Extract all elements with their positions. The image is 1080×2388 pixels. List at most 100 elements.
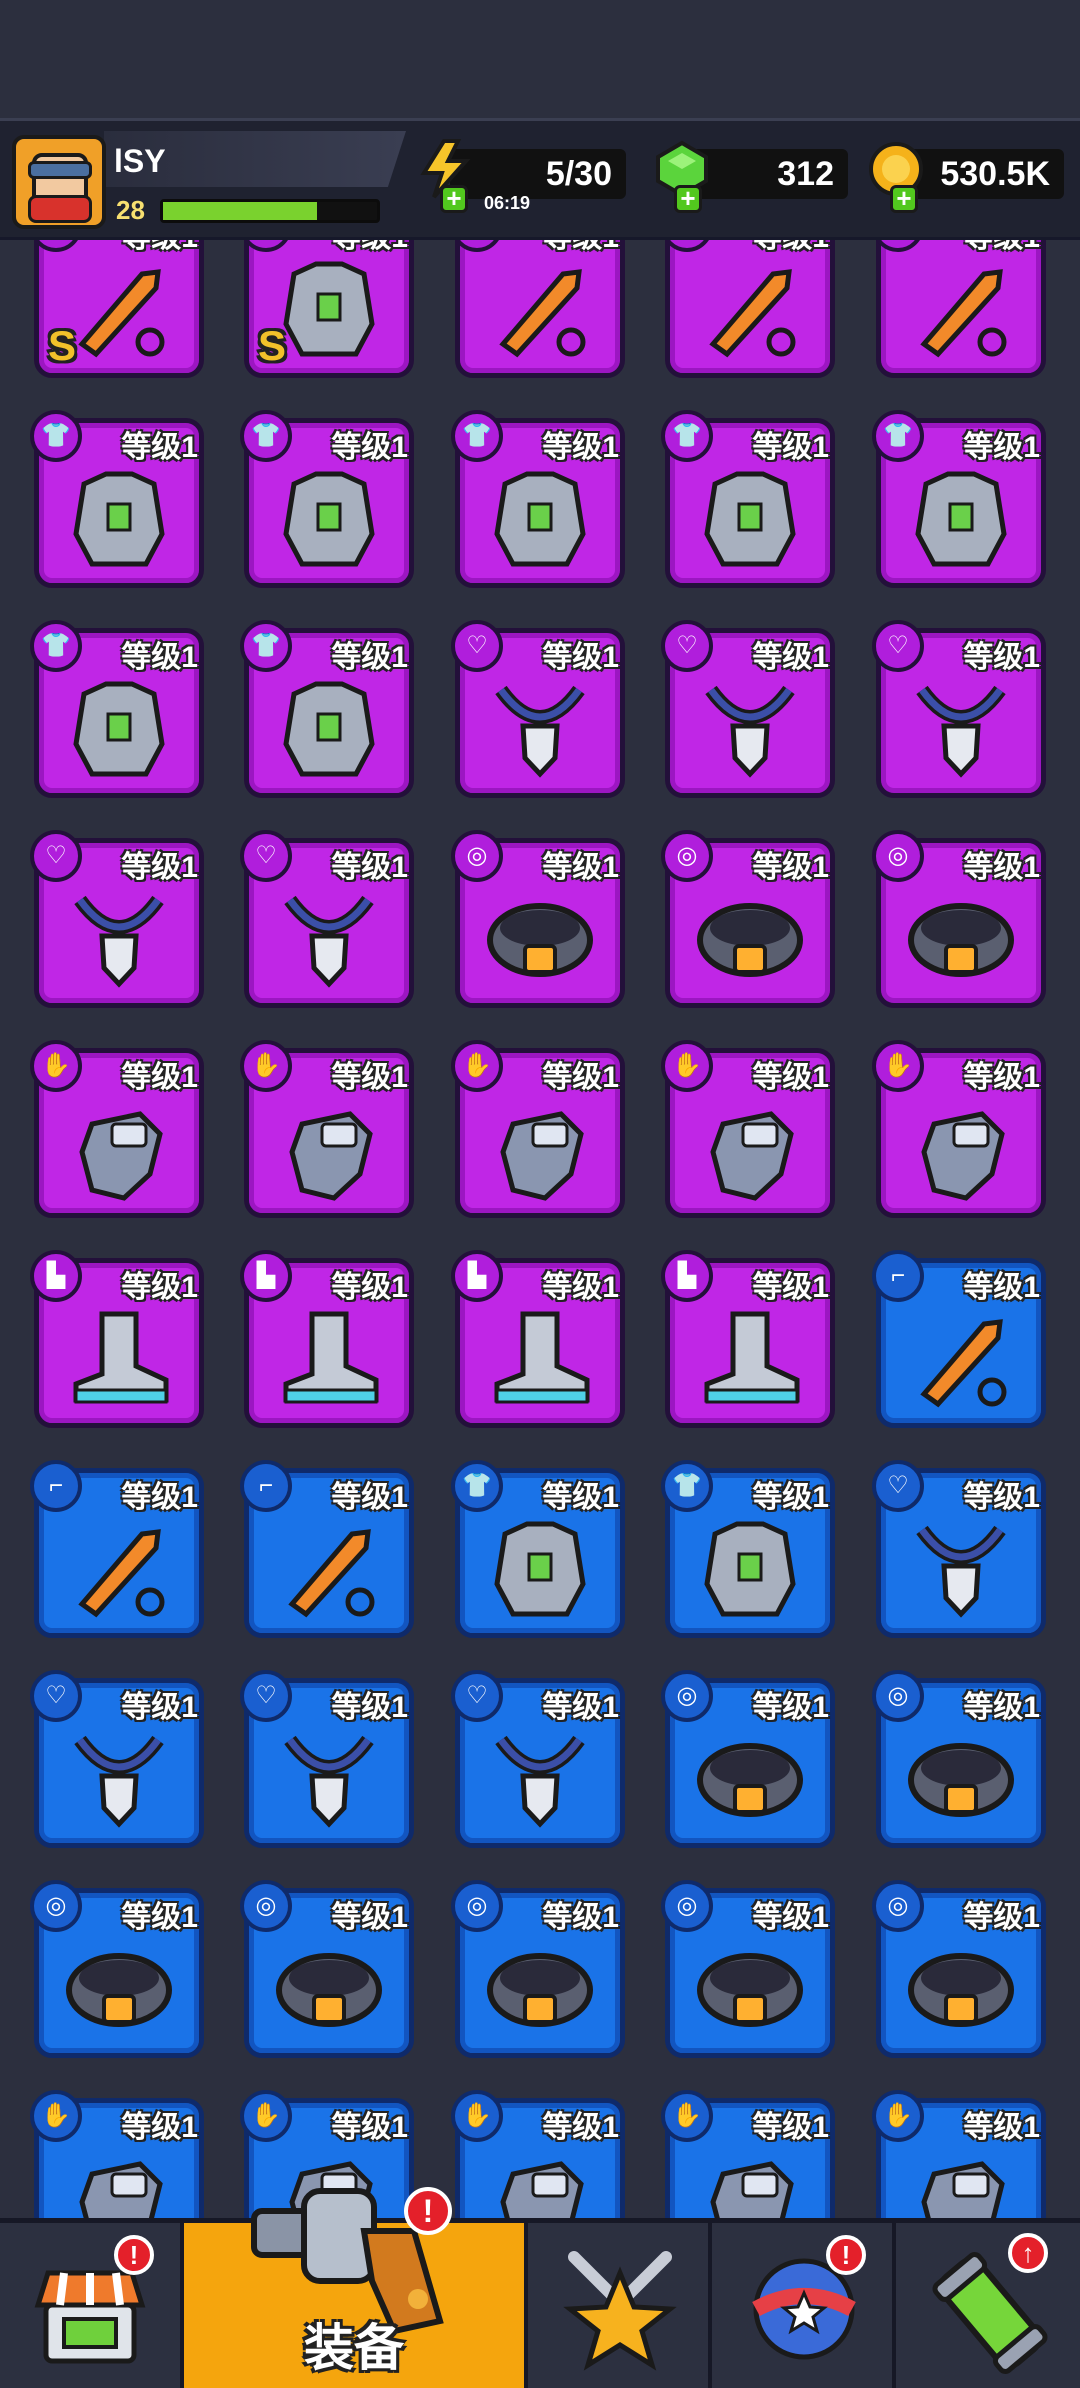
equipment-card[interactable]: ◎ 等级1 bbox=[661, 1880, 835, 2058]
equipment-card[interactable]: ▙ 等级1 bbox=[30, 1250, 204, 1428]
equipment-card[interactable]: ♡ 等级1 bbox=[872, 1460, 1046, 1638]
item-level: 等级1 bbox=[331, 1271, 408, 1304]
item-level: 等级1 bbox=[542, 1901, 619, 1934]
star-pendant-icon bbox=[916, 685, 1006, 778]
slot-belt-icon: ◎ bbox=[30, 1880, 82, 1932]
item-level: 等级1 bbox=[542, 851, 619, 884]
equipment-card[interactable]: ◎ 等级1 bbox=[30, 1880, 204, 2058]
fur-belt-icon bbox=[908, 1743, 1014, 1817]
equipment-card[interactable]: 👕 等级1 bbox=[661, 1460, 835, 1638]
xp-bar bbox=[160, 199, 380, 223]
equipment-card[interactable]: ▙ 等级1 bbox=[661, 1250, 835, 1428]
nav-equipment[interactable]: ! 装备 bbox=[184, 2187, 528, 2388]
add-energy-button[interactable]: + bbox=[440, 185, 468, 213]
add-gold-button[interactable]: + bbox=[890, 185, 918, 213]
bat-icon bbox=[920, 269, 1007, 358]
grade-s-tag: S bbox=[48, 322, 77, 369]
equipment-card[interactable]: 👕 等级1 bbox=[30, 620, 204, 798]
equipment-card[interactable]: ♡ 等级1 bbox=[872, 620, 1046, 798]
equipment-card[interactable]: ⌐ 等级1 bbox=[872, 1250, 1046, 1428]
nav-equipment-label: 装备 bbox=[304, 2320, 404, 2376]
slot-weapon-icon: ⌐ bbox=[872, 1250, 924, 1302]
slot-necklace-icon: ♡ bbox=[240, 1670, 292, 1722]
star-pendant-icon bbox=[74, 895, 164, 988]
equipment-card[interactable]: ♡ 等级1 bbox=[240, 830, 414, 1008]
disc-belt-icon bbox=[487, 1953, 593, 2027]
item-level: 等级1 bbox=[121, 1061, 198, 1094]
equipment-card[interactable]: ◎ 等级1 bbox=[872, 1670, 1046, 1848]
equipment-card[interactable]: ◎ 等级1 bbox=[661, 830, 835, 1008]
equipment-card[interactable]: ♡ 等级1 bbox=[661, 620, 835, 798]
nav-evolve[interactable]: ↑ bbox=[896, 2223, 1080, 2388]
slot-necklace-icon: ♡ bbox=[872, 620, 924, 672]
slot-gloves-icon: ✋ bbox=[872, 1040, 924, 1092]
add-gems-button[interactable]: + bbox=[674, 185, 702, 213]
equipment-card[interactable]: ⌐ 等级1 bbox=[240, 1460, 414, 1638]
slot-armor-icon: 👕 bbox=[30, 620, 82, 672]
slot-armor-icon: 👕 bbox=[451, 1460, 503, 1512]
equipment-card[interactable]: ♡ 等级1 bbox=[240, 1670, 414, 1848]
equipment-card[interactable]: ▙ 等级1 bbox=[240, 1250, 414, 1428]
equipment-card[interactable]: ◎ 等级1 bbox=[451, 1880, 625, 2058]
equipment-card[interactable]: ◎ 等级1 bbox=[661, 1670, 835, 1848]
gem-glove-icon bbox=[500, 1111, 584, 1201]
equipment-card[interactable]: ◎ 等级1 bbox=[872, 830, 1046, 1008]
equipment-card[interactable]: ✋ 等级1 bbox=[661, 1040, 835, 1218]
equipment-card[interactable]: 👕 等级1 bbox=[872, 410, 1046, 588]
equipment-card[interactable]: ♡ 等级1 bbox=[30, 1670, 204, 1848]
item-level: 等级1 bbox=[963, 2111, 1040, 2144]
slot-gloves-icon: ✋ bbox=[30, 1040, 82, 1092]
equipment-card[interactable]: ▙ 等级1 bbox=[451, 1250, 625, 1428]
equipment-card[interactable]: ✋ 等级1 bbox=[240, 1040, 414, 1218]
equipment-card[interactable]: ♡ 等级1 bbox=[451, 1670, 625, 1848]
equipment-card[interactable]: 👕 等级1 bbox=[240, 410, 414, 588]
item-level: 等级1 bbox=[331, 641, 408, 674]
army-belt-icon bbox=[908, 1953, 1014, 2027]
equipment-card[interactable]: 👕 等级1 bbox=[661, 410, 835, 588]
slot-gloves-icon: ✋ bbox=[872, 2090, 924, 2142]
equipment-card[interactable]: ♡ 等级1 bbox=[451, 620, 625, 798]
bottom-nav: ! ! 装备 ! ↑ bbox=[0, 2187, 1080, 2388]
leaf-vest-icon bbox=[73, 471, 165, 567]
equipment-card[interactable]: ⌐ 等级1 bbox=[30, 1460, 204, 1638]
slot-belt-icon: ◎ bbox=[872, 1880, 924, 1932]
slot-boots-icon: ▙ bbox=[30, 1250, 82, 1302]
slot-belt-icon: ◎ bbox=[661, 830, 713, 882]
inventory-grid: ⌐等级1S👕等级1S⌐等级1⌐等级1⌐等级1👕等级1👕等级1👕等级1👕等级1👕等… bbox=[0, 0, 1080, 2388]
equipment-card[interactable]: 👕 等级1 bbox=[30, 410, 204, 588]
gem-armor-icon bbox=[494, 471, 586, 567]
slot-boots-icon: ▙ bbox=[661, 1250, 713, 1302]
equipment-card[interactable]: ✋ 等级1 bbox=[451, 1040, 625, 1218]
nav-stars[interactable]: ! bbox=[712, 2223, 896, 2388]
equipment-card[interactable]: 👕 等级1 bbox=[451, 410, 625, 588]
player-level: 28 bbox=[116, 195, 145, 225]
equipment-card[interactable]: 👕 等级1 bbox=[451, 1460, 625, 1638]
item-level: 等级1 bbox=[752, 851, 829, 884]
slot-belt-icon: ◎ bbox=[872, 830, 924, 882]
item-level: 等级1 bbox=[331, 1901, 408, 1934]
slot-necklace-icon: ♡ bbox=[872, 1460, 924, 1512]
slot-belt-icon: ◎ bbox=[451, 830, 503, 882]
equipment-card[interactable]: ◎ 等级1 bbox=[240, 1880, 414, 2058]
knot-belt-icon bbox=[487, 903, 593, 977]
player-avatar[interactable] bbox=[12, 135, 106, 229]
mech-glove-icon bbox=[289, 1111, 373, 1201]
fang-necklace-icon bbox=[495, 685, 585, 778]
steel-armor-icon bbox=[283, 471, 375, 567]
tech-boot-icon bbox=[704, 1311, 800, 1404]
nav-shop[interactable]: ! bbox=[0, 2223, 184, 2388]
equipment-card[interactable]: 👕 等级1 bbox=[240, 620, 414, 798]
nav-battle[interactable] bbox=[528, 2223, 712, 2388]
equipment-card[interactable]: ✋ 等级1 bbox=[30, 1040, 204, 1218]
equipment-card[interactable]: ◎ 等级1 bbox=[451, 830, 625, 1008]
equipment-card[interactable]: ◎ 等级1 bbox=[872, 1880, 1046, 2058]
equipment-card[interactable]: ✋ 等级1 bbox=[872, 1040, 1046, 1218]
bat-icon bbox=[709, 269, 796, 358]
item-level: 等级1 bbox=[963, 1901, 1040, 1934]
army-belt-icon bbox=[697, 1953, 803, 2027]
equipment-alert-badge: ! bbox=[404, 2187, 452, 2235]
equipment-card[interactable]: ♡ 等级1 bbox=[30, 830, 204, 1008]
item-level: 等级1 bbox=[121, 1271, 198, 1304]
item-level: 等级1 bbox=[752, 1061, 829, 1094]
top-hud: lSY 28 5/30 06:19 + 312 + 530.5K + bbox=[0, 118, 1080, 240]
